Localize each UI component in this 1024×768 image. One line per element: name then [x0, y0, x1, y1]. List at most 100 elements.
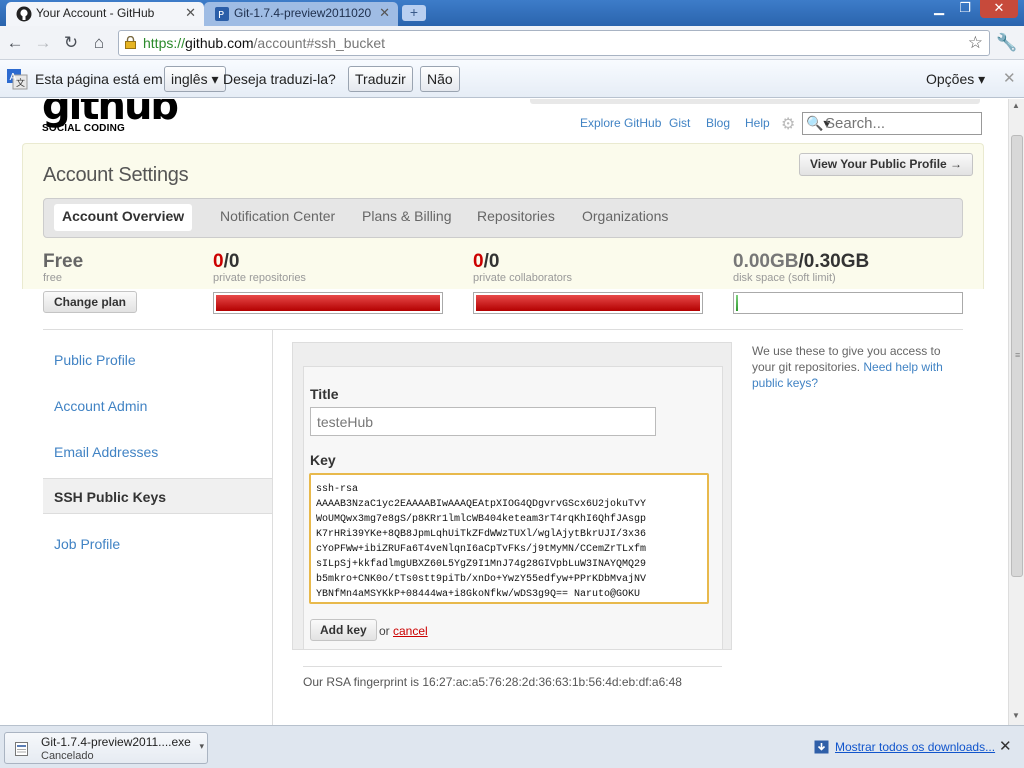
- collab-label: private collaborators: [473, 272, 573, 284]
- sidebar-item-public-profile[interactable]: Public Profile: [43, 342, 272, 378]
- download-menu-arrow-icon[interactable]: ▾: [199, 741, 204, 752]
- dropdown-arrow-icon: ▾: [211, 71, 219, 87]
- lock-icon: [125, 36, 136, 49]
- search-input[interactable]: [825, 114, 975, 133]
- private-collaborators-stat: 0/0 private collaborators: [473, 251, 572, 284]
- tab-your-account[interactable]: Your Account - GitHub ✕: [6, 2, 204, 26]
- tab-close-icon[interactable]: ✕: [185, 2, 196, 24]
- downloads-icon: [814, 740, 829, 754]
- sidebar-item-ssh-public-keys[interactable]: SSH Public Keys: [43, 478, 272, 514]
- or-text: or: [379, 624, 390, 638]
- scroll-down-arrow-icon[interactable]: ▼: [1012, 711, 1020, 720]
- forward-arrow-icon[interactable]: →: [32, 32, 54, 54]
- private-repos-stat: 0/0 private repositories: [213, 251, 306, 284]
- gear-icon[interactable]: ⚙: [781, 114, 795, 134]
- options-menu[interactable]: Opções ▾: [926, 71, 985, 88]
- tab-organizations[interactable]: Organizations: [582, 208, 668, 224]
- explore-github-link[interactable]: Explore GitHub: [580, 116, 661, 130]
- ssh-help-text: We use these to give you access to your …: [752, 344, 943, 390]
- dropdown-arrow-icon: ▾: [978, 71, 986, 87]
- public-key-textarea[interactable]: ssh-rsa AAAAB3NzaC1yc2EAAAABIwAAAQEAtpXI…: [309, 473, 709, 604]
- tab-title: Your Account - GitHub: [36, 6, 155, 20]
- divider: [303, 666, 722, 667]
- translate-icon: A 文: [7, 69, 28, 90]
- rsa-fingerprint: Our RSA fingerprint is 16:27:ac:a5:76:28…: [303, 675, 682, 689]
- header-strip: [530, 99, 980, 104]
- add-key-button[interactable]: Add key: [310, 619, 377, 641]
- tab-close-icon[interactable]: ✕: [379, 2, 390, 24]
- show-all-downloads-link[interactable]: Mostrar todos os downloads...: [835, 740, 995, 754]
- sidebar-item-account-admin[interactable]: Account Admin: [43, 388, 272, 424]
- close-download-shelf-icon[interactable]: ✕: [999, 737, 1012, 755]
- sidebar-item-job-profile[interactable]: Job Profile: [43, 526, 272, 562]
- github-logo[interactable]: github SOCIAL CODING: [42, 99, 179, 134]
- plan-label: free: [43, 272, 62, 284]
- disk-space-stat: 0.00GB/0.30GB disk space (soft limit): [733, 251, 869, 284]
- close-window-icon[interactable]: ✕: [980, 0, 1018, 18]
- vertical-scrollbar[interactable]: ▲ ≡ ▼: [1008, 99, 1024, 725]
- close-infobar-icon[interactable]: ✕: [1003, 69, 1016, 87]
- back-arrow-icon[interactable]: ←: [4, 32, 26, 54]
- help-link[interactable]: Help: [745, 116, 770, 130]
- reload-icon[interactable]: ↻: [60, 32, 82, 54]
- disk-usage-bar: [733, 292, 963, 314]
- gist-link[interactable]: Gist: [669, 116, 690, 130]
- home-icon[interactable]: ⌂: [88, 32, 110, 54]
- page-title: Account Settings: [43, 164, 189, 186]
- collaborators-usage-bar: [473, 292, 703, 314]
- translate-button[interactable]: Traduzir: [348, 66, 413, 92]
- download-filename: Git-1.7.4-preview2011....exe: [41, 735, 191, 749]
- url-text: https://github.com/account#ssh_bucket: [143, 35, 386, 51]
- repos-total: /0: [223, 251, 240, 272]
- page-viewport: github SOCIAL CODING Explore GitHub Gist…: [0, 99, 1008, 725]
- svg-text:文: 文: [16, 77, 25, 89]
- ssh-key-panel: Title Key ssh-rsa AAAAB3NzaC1yc2EAAAABIw…: [292, 342, 732, 650]
- new-tab-button[interactable]: +: [402, 5, 426, 21]
- download-status: Cancelado: [41, 750, 94, 762]
- cancel-link[interactable]: cancel: [393, 624, 428, 638]
- tab-plans-billing[interactable]: Plans & Billing: [362, 208, 452, 224]
- blog-link[interactable]: Blog: [706, 116, 730, 130]
- browser-window: Your Account - GitHub ✕ P Git-1.7.4-prev…: [0, 0, 1024, 768]
- repos-label: private repositories: [213, 272, 306, 284]
- disk-total: /0.30GB: [798, 251, 870, 272]
- disk-label: disk space (soft limit): [733, 272, 836, 284]
- maximize-icon[interactable]: ❐: [952, 0, 978, 18]
- source-language-select[interactable]: inglês ▾: [164, 66, 226, 92]
- settings-sidebar: Public Profile Account Admin Email Addre…: [43, 329, 273, 725]
- key-title-input[interactable]: [310, 407, 656, 436]
- collab-total: /0: [483, 251, 500, 272]
- settings-tabs: Account Overview Notification Center Pla…: [43, 198, 963, 238]
- address-bar[interactable]: https://github.com/account#ssh_bucket ☆: [118, 30, 990, 56]
- disk-used: 0.00GB: [733, 251, 799, 272]
- translate-message: Esta página está em: [35, 71, 163, 87]
- minimize-icon[interactable]: ▁: [926, 0, 952, 18]
- search-box[interactable]: 🔍▾: [802, 112, 982, 135]
- no-button[interactable]: Não: [420, 66, 460, 92]
- sidebar-item-email-addresses[interactable]: Email Addresses: [43, 434, 272, 470]
- tab-repositories[interactable]: Repositories: [477, 208, 555, 224]
- download-item[interactable]: Git-1.7.4-preview2011....exe Cancelado ▾: [4, 732, 208, 764]
- scrollbar-thumb[interactable]: ≡: [1011, 135, 1023, 577]
- scroll-up-arrow-icon[interactable]: ▲: [1012, 101, 1020, 110]
- browser-toolbar: ← → ↻ ⌂ https://github.com/account#ssh_b…: [0, 26, 1024, 60]
- bookmark-star-icon[interactable]: ☆: [968, 33, 983, 53]
- page-favicon-icon: P: [215, 7, 229, 21]
- plan-stat: Free free: [43, 251, 83, 284]
- change-plan-button[interactable]: Change plan: [43, 291, 138, 313]
- tab-strip: Your Account - GitHub ✕ P Git-1.7.4-prev…: [0, 0, 1024, 26]
- translate-infobar: A 文 Esta página está em inglês ▾ Deseja …: [0, 60, 1024, 98]
- repos-used: 0: [213, 251, 224, 272]
- file-icon: [15, 742, 28, 756]
- tab-git-download[interactable]: P Git-1.7.4-preview2011020... ✕: [204, 2, 398, 26]
- tab-title: Git-1.7.4-preview2011020...: [234, 6, 372, 20]
- wrench-icon[interactable]: 🔧: [996, 33, 1017, 53]
- title-label: Title: [310, 386, 339, 402]
- github-favicon-icon: [16, 6, 32, 22]
- tab-account-overview[interactable]: Account Overview: [54, 204, 193, 231]
- view-public-profile-button[interactable]: View Your Public Profile →: [799, 153, 974, 176]
- key-label: Key: [310, 452, 336, 468]
- tab-notification-center[interactable]: Notification Center: [220, 208, 335, 224]
- download-shelf: Git-1.7.4-preview2011....exe Cancelado ▾…: [0, 725, 1024, 768]
- translate-question: Deseja traduzi-la?: [223, 71, 336, 87]
